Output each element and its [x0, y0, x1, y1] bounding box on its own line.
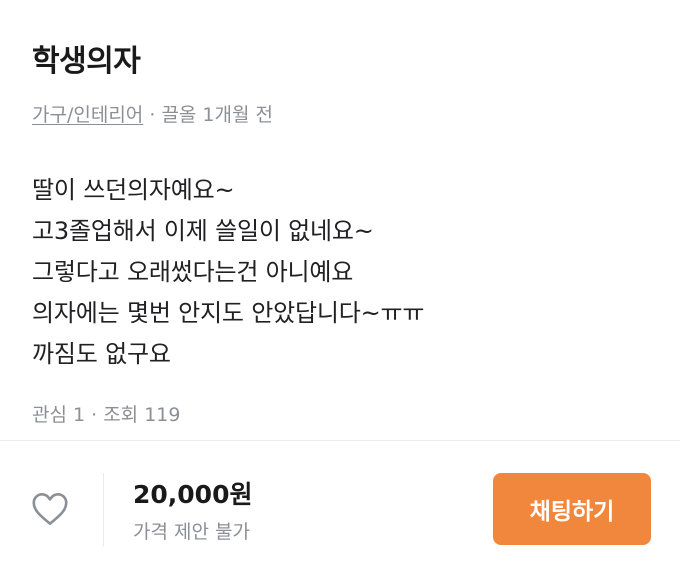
product-title: 학생의자: [32, 44, 141, 79]
product-stats: 관심 1 · 조회 119: [32, 404, 181, 426]
category-link[interactable]: 가구/인테리어: [32, 104, 143, 126]
price-offer-status: 가격 제안 불가: [133, 521, 250, 543]
description-line: 딸이 쓰던의자예요~: [32, 176, 235, 204]
description-line: 의자에는 몇번 안지도 안았답니다~ㅠㅠ: [32, 299, 425, 327]
product-meta: 가구/인테리어 · 끌올 1개월 전: [32, 100, 273, 127]
like-button[interactable]: [28, 487, 72, 531]
price: 20,000원: [133, 480, 253, 509]
description-line: 고3졸업해서 이제 쓸일이 없네요~: [32, 217, 374, 245]
bottom-bar-separator: [103, 473, 104, 547]
product-description: 딸이 쓰던의자예요~ 고3졸업해서 이제 쓸일이 없네요~ 그렇다고 오래썼다는…: [32, 170, 424, 375]
posted-time: 끌올 1개월 전: [161, 104, 274, 126]
heart-outline-icon: [32, 493, 68, 525]
meta-separator: ·: [149, 104, 156, 126]
chat-button[interactable]: 채팅하기: [493, 473, 651, 545]
description-line: 까짐도 없구요: [32, 340, 171, 368]
bottom-bar: 20,000원 가격 제안 불가 채팅하기: [0, 441, 680, 572]
description-line: 그렇다고 오래썼다는건 아니예요: [32, 258, 354, 286]
